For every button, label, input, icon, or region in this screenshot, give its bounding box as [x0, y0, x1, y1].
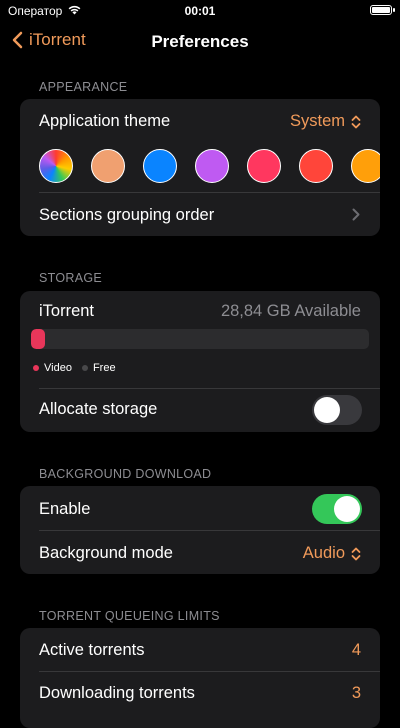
storage-app-name: iTorrent	[39, 302, 95, 320]
storage-group: iTorrent 28,84 GB Available Video Free A…	[20, 291, 380, 432]
enable-toggle[interactable]	[312, 494, 362, 524]
legend-label-video: Video	[44, 362, 72, 374]
theme-select[interactable]: System	[290, 112, 361, 131]
downloading-torrents-label: Downloading torrents	[39, 684, 195, 702]
swatch-pink[interactable]	[247, 149, 281, 183]
queueing-group: Active torrents 4 Downloading torrents 3	[20, 628, 380, 728]
downloading-torrents-row[interactable]: Downloading torrents 3	[20, 672, 380, 715]
appearance-header: APPEARANCE	[39, 80, 128, 94]
legend-item-free: Free	[81, 362, 116, 374]
swatch-orange[interactable]	[91, 149, 125, 183]
appearance-group: Application theme System Sections groupi…	[20, 99, 380, 236]
chevron-up-down-icon	[351, 547, 361, 560]
swatch-red[interactable]	[299, 149, 333, 183]
storage-bar	[31, 329, 369, 349]
legend-label-free: Free	[92, 362, 116, 374]
background-mode-value: Audio	[302, 544, 345, 562]
chevron-up-down-icon	[351, 115, 361, 128]
swatch-blue[interactable]	[143, 149, 177, 183]
storage-legend: Video Free	[33, 362, 126, 374]
background-download-group: Enable Background mode Audio	[20, 486, 380, 574]
theme-label: Application theme	[39, 112, 171, 130]
legend-item-video: Video	[33, 362, 72, 374]
enable-label: Enable	[39, 500, 91, 518]
battery-icon	[370, 5, 395, 15]
allocate-storage-label: Allocate storage	[39, 400, 158, 418]
swatch-amber[interactable]	[351, 149, 380, 183]
grouping-order-row[interactable]: Sections grouping order	[20, 193, 380, 236]
status-time: 00:01	[184, 4, 216, 18]
theme-row[interactable]: Application theme System	[20, 99, 380, 143]
active-torrents-value: 4	[351, 641, 361, 659]
theme-value: System	[289, 112, 345, 130]
storage-bar-video-fill	[31, 329, 45, 349]
grouping-order-label: Sections grouping order	[39, 206, 215, 224]
active-torrents-label: Active torrents	[39, 641, 145, 659]
background-download-header: BACKGROUND DOWNLOAD	[39, 467, 212, 481]
chevron-right-icon	[352, 208, 360, 221]
navigation-bar: iTorrent Preferences	[0, 22, 400, 62]
storage-header: STORAGE	[39, 271, 102, 285]
active-torrents-row[interactable]: Active torrents 4	[20, 628, 380, 671]
downloading-torrents-value: 3	[351, 684, 361, 702]
enable-row: Enable	[20, 486, 380, 530]
status-bar: Оператор 00:01	[0, 0, 400, 22]
allocate-storage-toggle[interactable]	[312, 395, 362, 425]
background-mode-select[interactable]: Audio	[303, 544, 361, 563]
allocate-storage-row: Allocate storage	[20, 389, 380, 432]
queueing-header: TORRENT QUEUEING LIMITS	[39, 609, 220, 623]
legend-dot-free	[81, 365, 88, 371]
page-title: Preferences	[151, 32, 249, 51]
background-mode-label: Background mode	[39, 544, 173, 562]
storage-available: 28,84 GB Available	[220, 302, 361, 320]
swatch-purple[interactable]	[195, 149, 229, 183]
legend-dot-video	[33, 365, 39, 371]
background-mode-row[interactable]: Background mode Audio	[20, 531, 380, 574]
swatch-rainbow[interactable]	[39, 149, 73, 183]
